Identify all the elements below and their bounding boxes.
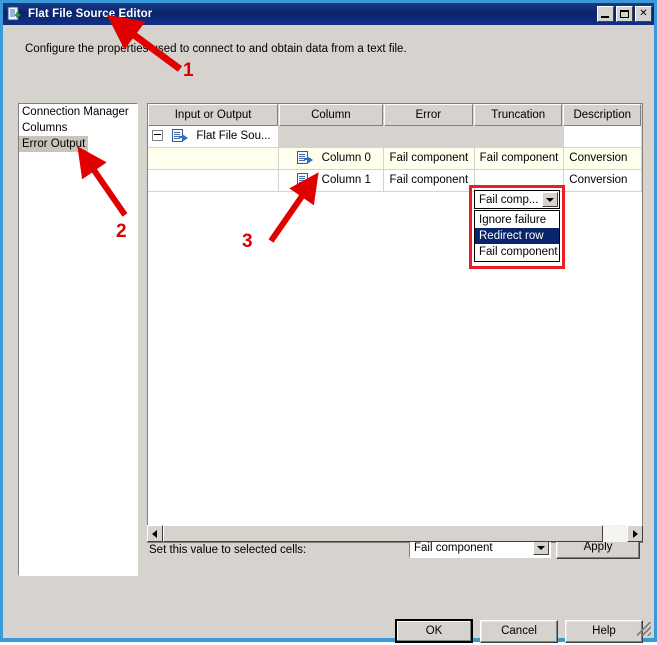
flat-file-source-icon	[172, 128, 189, 143]
cell-error[interactable]: Fail component	[384, 148, 475, 169]
truncation-dropdown-list[interactable]: Ignore failure Redirect row Fail compone…	[474, 210, 560, 262]
annotation-number-2: 2	[116, 221, 127, 242]
truncation-cell-combobox[interactable]: Fail comp...	[474, 190, 560, 209]
cell-error[interactable]	[384, 126, 475, 147]
cell-text: Flat File Sou...	[196, 130, 271, 142]
sidebar-item-error-output[interactable]: Error Output	[19, 136, 137, 152]
column-header-truncation[interactable]: Truncation	[474, 104, 563, 126]
cell-truncation[interactable]	[475, 126, 565, 147]
cell-error[interactable]: Fail component	[384, 170, 475, 191]
combobox-value: Fail comp...	[479, 193, 539, 206]
close-button[interactable]: ✕	[635, 6, 652, 22]
flat-file-icon	[7, 6, 23, 22]
resize-grip[interactable]	[637, 622, 651, 636]
scrollbar-thumb[interactable]	[163, 525, 603, 542]
sidebar-item-label: Connection Manager	[22, 106, 129, 118]
cell-truncation[interactable]: Fail component	[474, 148, 565, 169]
grid-horizontal-scrollbar[interactable]	[147, 525, 643, 542]
cancel-button[interactable]: Cancel	[480, 620, 558, 643]
cell-text: Column 1	[321, 174, 371, 186]
pages-list[interactable]: Connection Manager Columns Error Output	[18, 103, 138, 576]
scroll-left-arrow-icon[interactable]	[147, 525, 163, 542]
column-header-description[interactable]: Description	[563, 104, 641, 126]
output-column-icon	[297, 172, 314, 187]
set-value-label: Set this value to selected cells:	[149, 544, 307, 556]
sidebar-item-label: Columns	[22, 122, 68, 134]
scrollbar-track[interactable]	[163, 525, 627, 542]
column-header-error[interactable]: Error	[383, 104, 474, 126]
dialog-client-area: Configure the properties used to connect…	[3, 25, 654, 643]
window-title: Flat File Source Editor	[28, 8, 153, 20]
error-output-grid[interactable]: Input or Output Column Error Truncation …	[147, 103, 643, 543]
dropdown-option-ignore-failure[interactable]: Ignore failure	[475, 212, 559, 228]
cell-input-or-output[interactable]	[148, 170, 280, 191]
sidebar-item-label: Error Output	[19, 136, 89, 152]
column-header-input-or-output[interactable]: Input or Output	[148, 104, 279, 126]
cell-description[interactable]: Conversion	[564, 148, 642, 169]
dialog-description: Configure the properties used to connect…	[25, 43, 407, 55]
sidebar-item-connection-manager[interactable]: Connection Manager	[19, 104, 137, 120]
cell-column[interactable]	[279, 126, 385, 147]
chevron-down-icon[interactable]	[533, 540, 549, 555]
table-row[interactable]: Column 0 Fail component Fail component C…	[148, 148, 642, 170]
maximize-button[interactable]	[616, 6, 633, 22]
table-row[interactable]: Flat File Sou...	[148, 126, 642, 148]
cell-column[interactable]: Column 0	[279, 148, 385, 169]
table-row[interactable]: Column 1 Fail component Conversion	[148, 170, 642, 192]
grid-header-row: Input or Output Column Error Truncation …	[148, 104, 642, 126]
scroll-right-arrow-icon[interactable]	[627, 525, 643, 542]
column-header-column[interactable]: Column	[279, 104, 383, 126]
cell-column[interactable]: Column 1	[279, 170, 385, 191]
cell-description[interactable]: Conversion	[564, 170, 642, 191]
close-icon: ✕	[639, 8, 648, 19]
sidebar-item-columns[interactable]: Columns	[19, 120, 137, 136]
combobox-value: Fail component	[414, 541, 493, 554]
output-column-icon	[297, 150, 314, 165]
cell-input-or-output[interactable]	[148, 148, 280, 169]
minimize-button[interactable]	[597, 6, 614, 22]
title-bar: Flat File Source Editor ✕	[3, 3, 654, 25]
dropdown-option-fail-component[interactable]: Fail component	[475, 244, 559, 260]
dropdown-option-redirect-row[interactable]: Redirect row	[475, 228, 559, 244]
help-button[interactable]: Help	[565, 620, 643, 643]
annotation-number-1: 1	[183, 60, 194, 81]
cell-truncation[interactable]	[474, 170, 565, 191]
annotation-number-3: 3	[242, 231, 253, 252]
cell-description[interactable]	[564, 126, 642, 147]
flat-file-source-editor-window: Flat File Source Editor ✕ Configure the …	[0, 0, 657, 643]
cell-text: Column 0	[321, 152, 371, 164]
tree-collapse-icon[interactable]	[152, 130, 163, 142]
ok-button[interactable]: OK	[395, 619, 473, 643]
chevron-down-icon[interactable]	[542, 192, 558, 207]
